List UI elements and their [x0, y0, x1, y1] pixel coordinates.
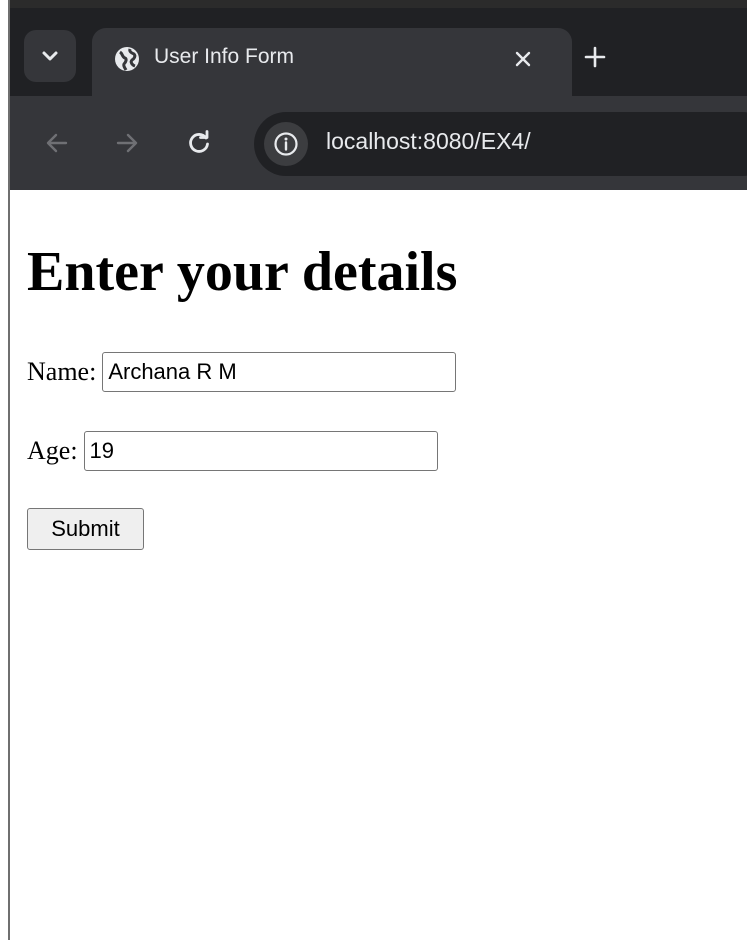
plus-icon [584, 46, 606, 68]
browser-toolbar: localhost:8080/EX4/ [10, 96, 747, 190]
site-info-button[interactable] [264, 122, 308, 166]
address-bar[interactable]: localhost:8080/EX4/ [254, 112, 747, 176]
page-title: Enter your details [27, 241, 458, 303]
info-icon [274, 132, 298, 156]
tab-title: User Info Form [154, 45, 295, 68]
name-field-row: Name: [27, 352, 457, 392]
name-input[interactable] [102, 352, 457, 392]
browser-chrome: User Info Form localhost:8080/EX4/ [10, 8, 747, 190]
chevron-down-icon [42, 51, 58, 61]
page-content: Enter your details Name: Age: Submit [10, 190, 747, 940]
age-input[interactable] [83, 431, 438, 471]
window-left-border [0, 0, 10, 940]
reload-icon [189, 130, 209, 153]
reload-button[interactable] [182, 126, 216, 160]
age-field-row: Age: [27, 431, 438, 471]
arrow-left-icon [46, 133, 68, 153]
submit-button[interactable]: Submit [27, 508, 144, 550]
new-tab-button[interactable] [580, 42, 610, 72]
url-path: :8080/EX4/ [416, 128, 531, 154]
age-label: Age: [27, 436, 78, 465]
back-button[interactable] [40, 126, 74, 160]
url-host: localhost [326, 128, 417, 154]
name-label: Name: [27, 357, 97, 386]
close-icon [515, 51, 531, 67]
tab-strip: User Info Form [10, 8, 747, 96]
tab-user-info-form[interactable]: User Info Form [92, 28, 572, 96]
url-text: localhost:8080/EX4/ [326, 128, 531, 155]
window-left-margin [0, 0, 8, 940]
window-top-edge [0, 0, 747, 8]
globe-icon [115, 47, 139, 71]
forward-button[interactable] [110, 126, 144, 160]
arrow-right-icon [116, 133, 138, 153]
tab-search-button[interactable] [24, 30, 76, 82]
close-tab-button[interactable] [508, 44, 538, 74]
